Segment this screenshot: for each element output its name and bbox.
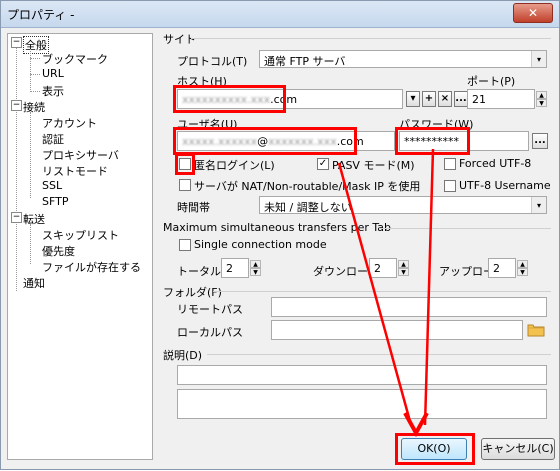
red-arrows	[337, 148, 435, 438]
properties-window: プロパティ - ✕ − 全般 ブックマーク URL 表示 − 接続 アカウント …	[0, 0, 560, 470]
